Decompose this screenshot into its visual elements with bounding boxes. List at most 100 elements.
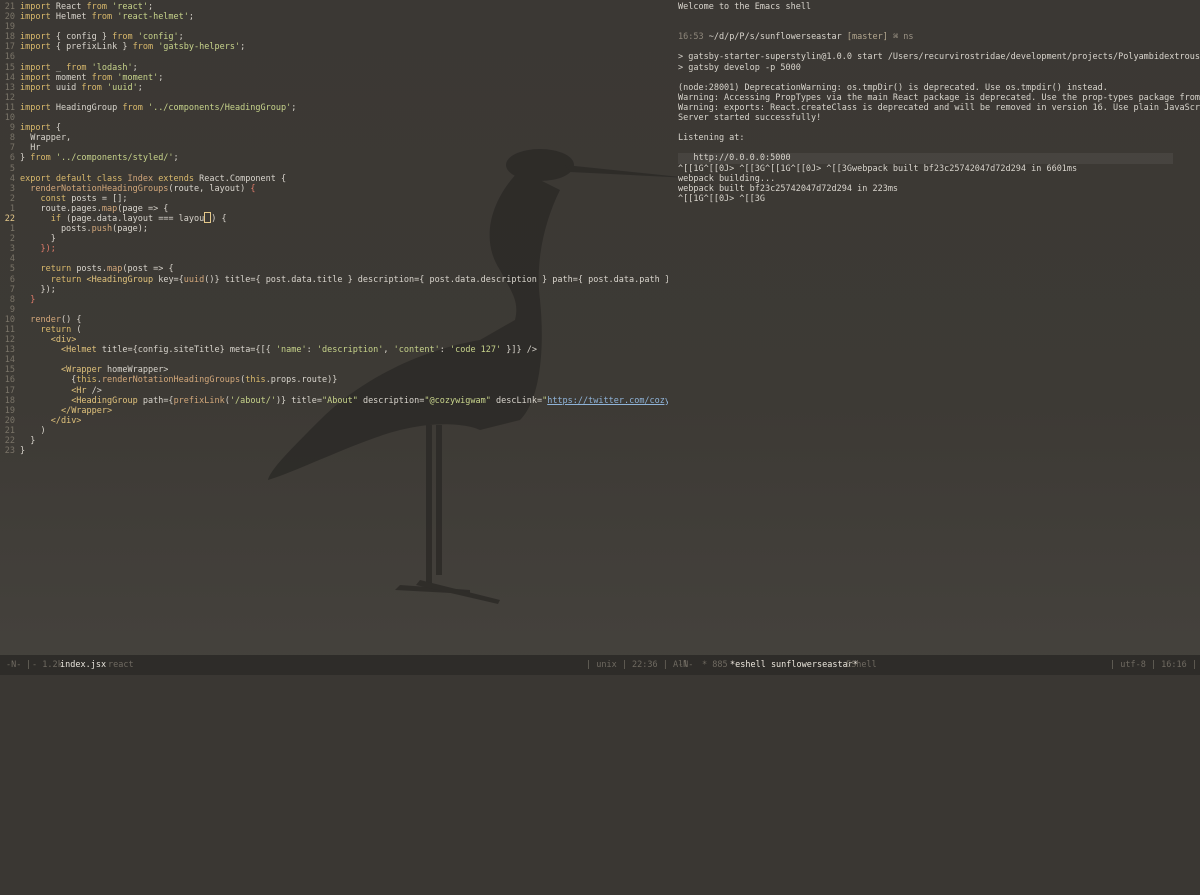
eshell-pane[interactable]: Welcome to the Emacs shell 16:53 ~/d/p/P… — [672, 0, 1200, 655]
line-number: 12 — [4, 92, 15, 103]
code-line[interactable]: 1 route.pages.map(page => { — [0, 204, 668, 214]
code-line[interactable]: 5 — [0, 164, 668, 174]
code-token: from — [91, 12, 118, 23]
code-line[interactable]: 8 } — [0, 295, 668, 305]
code-line[interactable]: 14 import moment from 'moment'; — [0, 73, 668, 83]
code-line[interactable]: 15 import _ from 'lodash'; — [0, 63, 668, 73]
code-token: moment — [55, 72, 92, 83]
shell-url-line[interactable]: http://0.0.0.0:5000 — [672, 153, 1200, 164]
code-line[interactable]: 4 export default class Index extends Reac… — [0, 174, 668, 184]
line-number: 18 — [4, 32, 15, 43]
major-mode[interactable]: react — [108, 655, 134, 675]
code-line[interactable]: 12 — [0, 93, 668, 103]
code-line[interactable]: 5 return posts.map(post => { — [0, 264, 668, 274]
line-number: 10 — [4, 314, 15, 325]
code-line[interactable]: 7 Hr — [0, 143, 668, 153]
code-area[interactable]: 21 import React from 'react'; 20 import Hel… — [0, 0, 668, 456]
code-token: import — [20, 62, 56, 73]
code-line[interactable]: 10 — [0, 113, 668, 123]
code-token: <Hr — [71, 385, 92, 396]
code-line[interactable]: 19 — [0, 22, 668, 32]
code-line[interactable]: 22 if (page.data.layout === layou) { — [0, 211, 668, 224]
code-line[interactable]: 15 <Wrapper homeWrapper> — [0, 365, 668, 375]
code-line[interactable]: 3 renderNotationHeadingGroups(route, lay… — [0, 184, 668, 194]
code-token: : — [306, 345, 317, 356]
code-line[interactable]: 18 <HeadingGroup path={prefixLink('/abou… — [0, 396, 668, 406]
code-token: 'content' — [393, 345, 440, 356]
line-number: 11 — [4, 325, 15, 335]
line-number: 15 — [4, 62, 15, 73]
code-line[interactable]: 17 <Hr /> — [0, 386, 668, 396]
code-line[interactable]: 20 import Helmet from 'react-helmet'; — [0, 12, 668, 22]
code-line[interactable]: 6 return <HeadingGroup key={uuid()} titl… — [0, 275, 668, 285]
code-line[interactable]: 8 Wrapper, — [0, 133, 668, 143]
server-url[interactable]: http://0.0.0.0:5000 — [678, 153, 1173, 164]
code-line[interactable]: 23} — [0, 446, 668, 456]
code-token: 'react-helmet' — [117, 12, 189, 23]
code-token: 'name' — [275, 345, 307, 356]
prompt-branch: [master] — [846, 32, 888, 43]
code-token: export default class — [20, 173, 128, 184]
editor-pane[interactable]: 21 import React from 'react'; 20 import Hel… — [0, 0, 668, 655]
code-token: ()} title={ post.data.title } descriptio… — [204, 274, 668, 285]
code-token: from — [30, 153, 56, 164]
shell-output-line: Warning: Accessing PropTypes via the mai… — [678, 92, 1200, 103]
shell-output-line: Warning: exports: React.createClass is d… — [678, 102, 1200, 113]
code-token: from — [132, 42, 159, 53]
code-token: map — [107, 264, 123, 275]
code-token: )} title= — [275, 395, 322, 406]
code-token: return — [40, 264, 77, 275]
code-token: key={ — [158, 274, 184, 285]
code-line[interactable]: 9 — [0, 305, 668, 315]
code-token: } — [20, 153, 31, 164]
code-token: prefixLink — [173, 395, 225, 406]
code-line[interactable]: 12 <div> — [0, 335, 668, 345]
code-line[interactable]: 2 const posts = []; — [0, 194, 668, 204]
code-line[interactable]: 19 </Wrapper> — [0, 406, 668, 416]
code-line[interactable]: 9 import { — [0, 123, 668, 133]
code-line[interactable]: 11 return ( — [0, 325, 668, 335]
code-line[interactable]: 18 import { config } from 'config'; — [0, 32, 668, 42]
buffer-name[interactable]: *eshell sunflowerseastar* — [730, 655, 858, 675]
code-line[interactable]: 3 }); — [0, 244, 668, 254]
code-line[interactable]: 21 ) — [0, 426, 668, 436]
code-line[interactable]: 11 import HeadingGroup from '../component… — [0, 103, 668, 113]
code-line[interactable]: 21 import React from 'react'; — [0, 2, 668, 12]
shell-output-line: (node:28001) DeprecationWarning: os.tmpD… — [678, 82, 1108, 93]
line-number: 2 — [9, 234, 15, 245]
code-line[interactable]: 1 posts.push(page); — [0, 224, 668, 234]
code-line[interactable]: 7 }); — [0, 285, 668, 295]
code-token: { — [250, 183, 256, 194]
eshell-mode[interactable]: EShell — [846, 655, 877, 675]
code-token: { prefixLink } — [55, 42, 133, 53]
code-token: import — [20, 82, 56, 93]
code-line[interactable]: 6} from '../components/styled/'; — [0, 153, 668, 163]
shell-output-line: webpack built bf23c25742047d72d294 in 22… — [678, 183, 899, 194]
code-line[interactable]: 22 } — [0, 436, 668, 446]
shell-output-line: Listening at: — [678, 133, 745, 144]
code-token: ; — [137, 82, 143, 93]
code-line[interactable]: 4 — [0, 254, 668, 264]
code-token: , — [383, 345, 394, 356]
code-token: description= — [357, 395, 425, 406]
code-line[interactable]: 14 — [0, 355, 668, 365]
code-token: ( — [76, 325, 82, 335]
code-line[interactable]: 2 } — [0, 234, 668, 244]
code-token: ; — [291, 102, 297, 113]
code-line[interactable]: 16 — [0, 52, 668, 62]
code-token: from — [91, 72, 118, 83]
code-line[interactable]: 13 <Helmet title={config.siteTitle} meta… — [0, 345, 668, 355]
code-token: _ — [55, 62, 67, 73]
code-line[interactable]: 10 render() { — [0, 315, 668, 325]
line-number: 18 — [4, 395, 15, 406]
code-token: <HeadingGroup — [86, 274, 159, 285]
code-line[interactable]: 16 {this.renderNotationHeadingGroups(thi… — [0, 375, 668, 385]
file-name[interactable]: index.jsx — [60, 655, 106, 675]
line-number: 10 — [4, 113, 15, 124]
code-line[interactable]: 17 import { prefixLink } from 'gatsby-hel… — [0, 42, 668, 52]
code-line[interactable]: 20 </div> — [0, 416, 668, 426]
code-line[interactable]: 13 import uuid from 'uuid'; — [0, 83, 668, 93]
